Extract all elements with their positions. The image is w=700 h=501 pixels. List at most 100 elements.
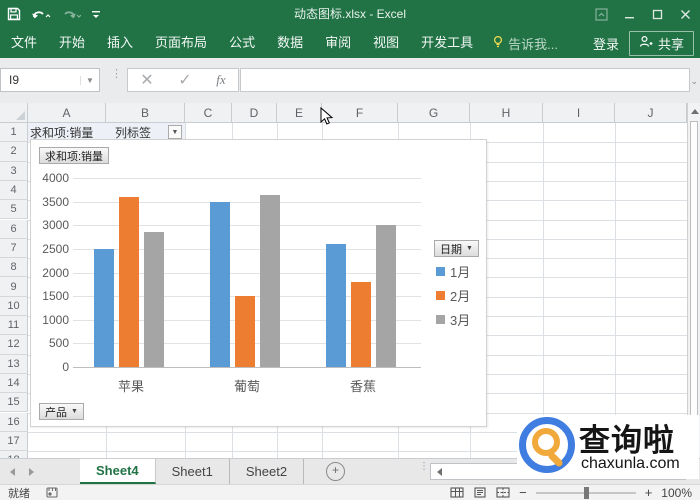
maximize-button[interactable] xyxy=(646,4,668,24)
row-header-13[interactable]: 13 xyxy=(0,354,28,374)
ribbon-tab-1[interactable]: 开始 xyxy=(48,28,96,58)
ribbon-tab-3[interactable]: 页面布局 xyxy=(144,28,218,58)
page-layout-view-icon[interactable] xyxy=(473,487,487,498)
sheet-tab-sheet1[interactable]: Sheet1 xyxy=(156,459,230,484)
column-header-E[interactable]: E xyxy=(277,103,322,123)
sheet-nav-left-icon[interactable] xyxy=(10,467,15,476)
row-header-5[interactable]: 5 xyxy=(0,200,28,220)
column-header-J[interactable]: J xyxy=(615,103,687,123)
ribbon-tab-5[interactable]: 数据 xyxy=(266,28,314,58)
row-header-10[interactable]: 10 xyxy=(0,296,28,316)
row-header-17[interactable]: 17 xyxy=(0,431,28,452)
share-button[interactable]: 共享 xyxy=(628,30,694,56)
ribbon-display-options-icon[interactable] xyxy=(590,4,612,24)
column-header-I[interactable]: I xyxy=(543,103,615,123)
formula-bar: I9 ▼ ⋮ ✕ ✓ fx ⌄ xyxy=(0,58,700,104)
row-header-1[interactable]: 1 xyxy=(0,123,28,143)
select-all-corner[interactable] xyxy=(0,103,28,123)
row-header-7[interactable]: 7 xyxy=(0,238,28,259)
ribbon-tab-7[interactable]: 视图 xyxy=(362,28,410,58)
cancel-icon[interactable]: ✕ xyxy=(140,70,153,90)
column-header-D[interactable]: D xyxy=(232,103,277,123)
axis-field-button[interactable]: 产品 ▼ xyxy=(39,403,84,420)
sheet-nav-right-icon[interactable] xyxy=(29,467,34,476)
vertical-scroll-thumb[interactable] xyxy=(690,121,698,421)
bar-2月-苹果[interactable] xyxy=(118,196,139,367)
formula-input[interactable] xyxy=(240,68,690,92)
expand-formula-bar-icon[interactable]: ⌄ xyxy=(690,76,698,87)
close-button[interactable] xyxy=(674,4,696,24)
formula-bar-splitter[interactable]: ⋮ xyxy=(111,69,122,80)
bar-2月-香蕉[interactable] xyxy=(350,281,371,367)
row-header-16[interactable]: 16 xyxy=(0,412,28,432)
bar-3月-葡萄[interactable] xyxy=(259,194,280,367)
tell-me-box[interactable]: 告诉我... xyxy=(484,34,566,53)
bar-1月-葡萄[interactable] xyxy=(209,201,230,367)
legend-item-1月[interactable]: 1月 xyxy=(436,262,470,281)
ribbon-tab-6[interactable]: 审阅 xyxy=(314,28,362,58)
column-header-C[interactable]: C xyxy=(185,103,232,123)
row-header-9[interactable]: 9 xyxy=(0,277,28,297)
worksheet-grid[interactable]: ABCDEFGHIJ123456789101112131415161718 求和… xyxy=(0,103,700,458)
column-header-A[interactable]: A xyxy=(28,103,106,123)
scroll-up-icon[interactable] xyxy=(691,109,699,114)
row-header-18[interactable]: 18 xyxy=(0,451,28,458)
sheet-tab-sheet2[interactable]: Sheet2 xyxy=(230,459,305,484)
value-field-button[interactable]: 求和项:销量 xyxy=(39,147,110,164)
ribbon-tab-2[interactable]: 插入 xyxy=(96,28,144,58)
macro-record-icon[interactable] xyxy=(46,487,58,498)
chaxunla-logo-icon xyxy=(519,417,575,473)
row-header-2[interactable]: 2 xyxy=(0,142,28,162)
add-sheet-button[interactable]: + xyxy=(326,462,346,481)
zoom-level[interactable]: 100% xyxy=(661,486,692,500)
ribbon-tab-4[interactable]: 公式 xyxy=(218,28,266,58)
legend-item-3月[interactable]: 3月 xyxy=(436,310,470,329)
sign-in-button[interactable]: 登录 xyxy=(583,34,629,53)
legend-field-button[interactable]: 日期 ▼ xyxy=(434,240,479,257)
bar-2月-葡萄[interactable] xyxy=(234,296,255,367)
ribbon-tab-file[interactable]: 文件 xyxy=(0,28,48,58)
bar-1月-苹果[interactable] xyxy=(93,248,114,367)
y-axis-tick-label: 2000 xyxy=(42,265,69,280)
column-header-F[interactable]: F xyxy=(322,103,398,123)
column-header-H[interactable]: H xyxy=(470,103,543,123)
insert-function-icon[interactable]: fx xyxy=(216,72,225,88)
ribbon-tab-8[interactable]: 开发工具 xyxy=(410,28,484,58)
row-header-3[interactable]: 3 xyxy=(0,161,28,181)
customize-qat-icon[interactable] xyxy=(91,9,101,19)
bar-1月-香蕉[interactable] xyxy=(325,244,346,367)
watermark-brand: 查询啦 xyxy=(579,423,675,458)
share-label: 共享 xyxy=(657,36,684,52)
row-header-15[interactable]: 15 xyxy=(0,393,28,413)
zoom-out-button[interactable]: − xyxy=(519,485,527,500)
redo-icon[interactable] xyxy=(61,8,81,21)
zoom-in-button[interactable]: + xyxy=(645,485,653,500)
row-header-11[interactable]: 11 xyxy=(0,316,28,336)
bar-3月-苹果[interactable] xyxy=(143,232,164,367)
undo-icon[interactable] xyxy=(31,8,51,21)
row-header-6[interactable]: 6 xyxy=(0,219,28,239)
row-header-14[interactable]: 14 xyxy=(0,373,28,394)
name-box-dropdown-icon[interactable]: ▼ xyxy=(80,75,99,85)
scroll-left-icon[interactable] xyxy=(437,468,442,476)
page-break-view-icon[interactable] xyxy=(496,487,510,498)
zoom-slider-thumb[interactable] xyxy=(583,486,589,499)
zoom-slider[interactable] xyxy=(535,486,636,499)
minimize-button[interactable] xyxy=(618,4,640,24)
sheet-tab-sheet4[interactable]: Sheet4 xyxy=(80,459,156,484)
pivot-chart[interactable]: 0 500 1000 1500 2000 2500 3000 3500 4000 苹果 葡萄 香蕉 求和… xyxy=(30,139,487,427)
column-header-B[interactable]: B xyxy=(106,103,185,123)
vertical-scrollbar[interactable] xyxy=(687,103,700,458)
normal-view-icon[interactable] xyxy=(450,487,464,498)
row-header-4[interactable]: 4 xyxy=(0,180,28,201)
autofilter-dropdown-icon[interactable]: ▼ xyxy=(168,125,182,139)
row-header-8[interactable]: 8 xyxy=(0,258,28,278)
row-header-12[interactable]: 12 xyxy=(0,335,28,355)
column-header-G[interactable]: G xyxy=(398,103,470,123)
enter-icon[interactable]: ✓ xyxy=(178,70,191,90)
name-box[interactable]: I9 ▼ xyxy=(0,68,100,92)
legend-item-2月[interactable]: 2月 xyxy=(436,286,470,305)
tab-split-handle[interactable]: ⋮ xyxy=(419,462,429,472)
bar-3月-香蕉[interactable] xyxy=(375,225,396,367)
save-icon[interactable] xyxy=(7,7,21,21)
